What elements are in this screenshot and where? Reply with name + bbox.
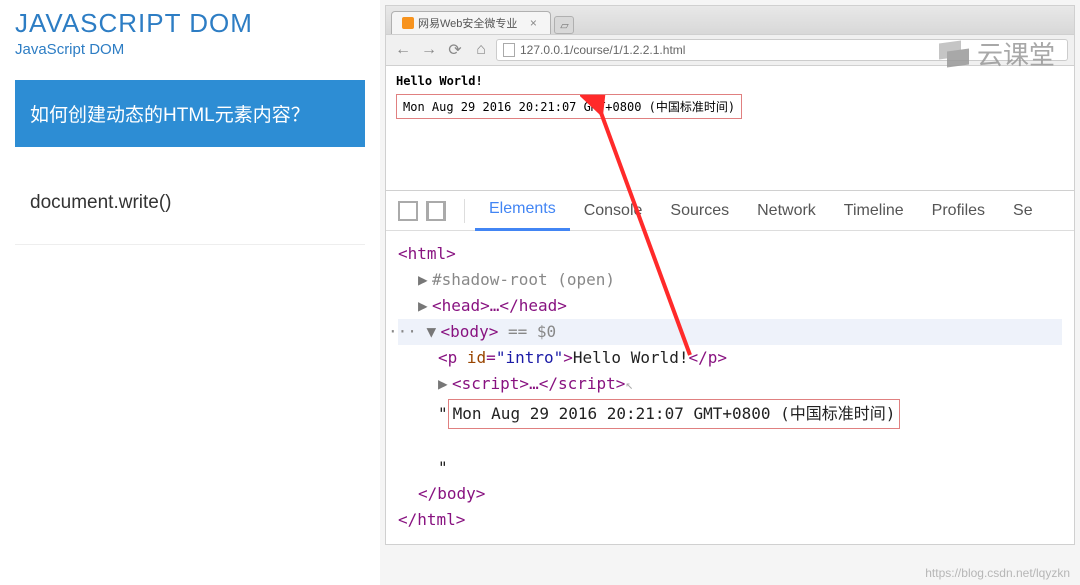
footer-attribution: https://blog.csdn.net/lqyzkn xyxy=(925,566,1070,580)
tab-timeline[interactable]: Timeline xyxy=(830,192,918,230)
dom-shadow-root[interactable]: ▶#shadow-root (open) xyxy=(398,267,1062,293)
dom-html-close[interactable]: </html> xyxy=(398,507,1062,533)
page-hello-text: Hello World! xyxy=(396,74,1064,88)
browser-window: 网易Web安全微专业 × ▱ ← → ⟳ ⌂ 127.0.0.1/course/… xyxy=(385,5,1075,192)
tab-sources[interactable]: Sources xyxy=(656,192,743,230)
dom-text-close-quote: " xyxy=(398,455,1062,481)
devtools-panel: Elements Console Sources Network Timelin… xyxy=(385,190,1075,545)
devtools-tabbar: Elements Console Sources Network Timelin… xyxy=(386,191,1074,231)
watermark-text: 云课堂 xyxy=(977,35,1055,72)
page-icon xyxy=(503,43,515,57)
separator xyxy=(464,199,465,223)
tab-title: 网易Web安全微专业 xyxy=(418,15,517,31)
tab-more[interactable]: Se xyxy=(999,192,1047,230)
dom-head[interactable]: ▶<head>…</head> xyxy=(398,293,1062,319)
url-text: 127.0.0.1/course/1/1.2.2.1.html xyxy=(520,43,685,57)
dom-html-open[interactable]: <html> xyxy=(398,241,1062,267)
reload-button[interactable]: ⟳ xyxy=(444,39,466,61)
browser-tab-strip: 网易Web安全微专业 × ▱ xyxy=(386,6,1074,34)
dom-body-open[interactable]: ··· ▼<body> == $0 xyxy=(398,319,1062,345)
sidebar: JAVASCRIPT DOM JavaScript DOM 如何创建动态的HTM… xyxy=(0,0,380,585)
dom-script-node[interactable]: ▶<script>…</script>↖ xyxy=(398,371,1062,399)
title-main: JAVASCRIPT DOM xyxy=(15,8,365,39)
question-box: 如何创建动态的HTML元素内容？ xyxy=(15,80,365,147)
browser-tab[interactable]: 网易Web安全微专业 × xyxy=(391,11,551,34)
dom-tree[interactable]: <html> ▶#shadow-root (open) ▶<head>…</he… xyxy=(386,231,1074,543)
new-tab-button[interactable]: ▱ xyxy=(554,16,574,34)
page-date-output: Mon Aug 29 2016 20:21:07 GMT+0800 (中国标准时… xyxy=(396,94,742,119)
dom-text-node[interactable]: "Mon Aug 29 2016 20:21:07 GMT+0800 (中国标准… xyxy=(398,399,1062,429)
tab-favicon-icon xyxy=(402,17,414,29)
tab-elements[interactable]: Elements xyxy=(475,190,570,231)
tab-profiles[interactable]: Profiles xyxy=(918,192,999,230)
back-button[interactable]: ← xyxy=(392,39,414,61)
sidebar-header: JAVASCRIPT DOM JavaScript DOM xyxy=(0,0,380,78)
tab-console[interactable]: Console xyxy=(570,192,657,230)
tab-network[interactable]: Network xyxy=(743,192,830,230)
device-toggle-icon[interactable] xyxy=(426,201,446,221)
dom-body-close[interactable]: </body> xyxy=(398,481,1062,507)
tab-close-icon[interactable]: × xyxy=(526,16,540,30)
home-button[interactable]: ⌂ xyxy=(470,39,492,61)
page-viewport: Hello World! Mon Aug 29 2016 20:21:07 GM… xyxy=(386,66,1074,191)
watermark: 云课堂 xyxy=(939,35,1055,72)
title-sub: JavaScript DOM xyxy=(15,41,365,58)
code-sample: document.write() xyxy=(15,162,365,245)
inspect-icon[interactable] xyxy=(398,201,418,221)
forward-button[interactable]: → xyxy=(418,39,440,61)
dom-p-node[interactable]: <p id="intro">Hello World!</p> xyxy=(398,345,1062,371)
watermark-icon xyxy=(939,42,969,66)
